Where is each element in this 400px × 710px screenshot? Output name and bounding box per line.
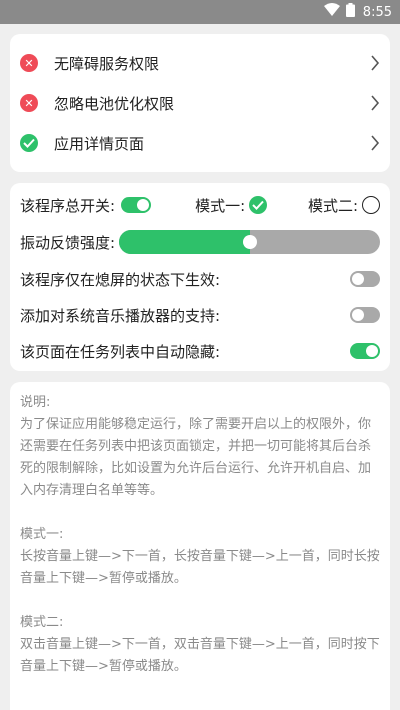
master-switch-toggle[interactable] — [121, 197, 152, 213]
auto-hide-toggle[interactable] — [350, 343, 380, 359]
mode2-radio[interactable] — [362, 196, 380, 214]
music-player-row: 添加对系统音乐播放器的支持: — [20, 300, 380, 330]
check-icon — [20, 134, 38, 152]
clock: 8:55 — [362, 4, 392, 20]
permission-label: 忽略电池优化权限 — [54, 94, 175, 113]
vibration-slider[interactable] — [119, 230, 380, 254]
screen-off-row: 该程序仅在熄屏的状态下生效: — [20, 264, 380, 294]
mode1-radio[interactable] — [249, 196, 268, 214]
permissions-card: ✕ 无障碍服务权限 ✕ 忽略电池优化权限 应用详情页面 — [10, 34, 390, 172]
vibration-label: 振动反馈强度: — [20, 233, 116, 252]
wifi-icon — [323, 3, 340, 21]
chevron-right-icon — [371, 55, 380, 71]
permission-label: 应用详情页面 — [54, 134, 145, 153]
screen-off-label: 该程序仅在熄屏的状态下生效: — [20, 270, 221, 289]
slider-fill — [119, 230, 250, 254]
description-card: 说明: 为了保证应用能够稳定运行，除了需要开启以上的权限外，你还需要在任务列表中… — [10, 382, 390, 710]
permission-app-details[interactable]: 应用详情页面 — [10, 123, 390, 163]
error-icon: ✕ — [20, 54, 38, 72]
screen-off-toggle[interactable] — [350, 271, 380, 287]
battery-icon — [345, 3, 355, 21]
status-bar: 8:55 — [0, 0, 400, 24]
description-text: 说明: 为了保证应用能够稳定运行，除了需要开启以上的权限外，你还需要在任务列表中… — [20, 395, 380, 674]
slider-thumb[interactable] — [242, 235, 257, 249]
auto-hide-label: 该页面在任务列表中自动隐藏: — [20, 342, 221, 361]
permission-battery-optimization[interactable]: ✕ 忽略电池优化权限 — [10, 83, 390, 123]
auto-hide-row: 该页面在任务列表中自动隐藏: — [20, 336, 380, 366]
chevron-right-icon — [371, 135, 380, 151]
error-icon: ✕ — [20, 94, 38, 112]
permission-accessibility[interactable]: ✕ 无障碍服务权限 — [10, 43, 390, 83]
mode2-label: 模式二: — [307, 196, 358, 215]
music-player-toggle[interactable] — [350, 307, 380, 323]
mode1-label: 模式一: — [195, 196, 246, 215]
master-switch-row: 该程序总开关: 模式一: 模式二: — [20, 190, 380, 220]
chevron-right-icon — [371, 95, 380, 111]
music-player-label: 添加对系统音乐播放器的支持: — [20, 306, 221, 325]
settings-card: 该程序总开关: 模式一: 模式二: 振动反馈强度: 该程序仅在熄屏的状态下生效:… — [10, 183, 390, 371]
vibration-row: 振动反馈强度: — [20, 227, 380, 257]
permission-label: 无障碍服务权限 — [54, 54, 160, 73]
master-switch-label: 该程序总开关: — [20, 196, 116, 215]
